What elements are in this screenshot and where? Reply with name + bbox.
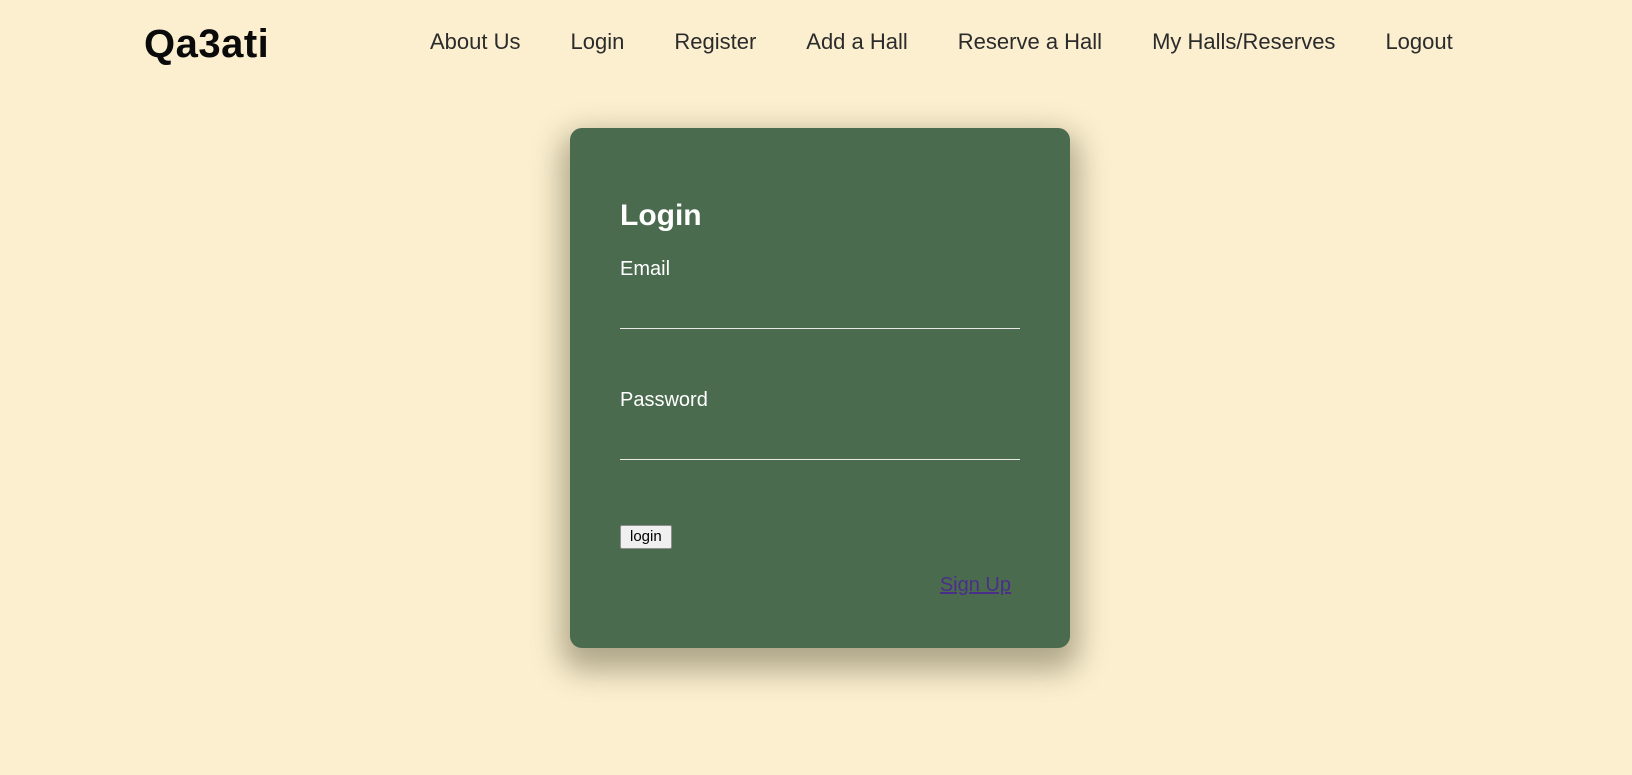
password-label: Password xyxy=(620,389,708,411)
email-input[interactable] xyxy=(620,296,1020,329)
nav-my-halls-reserves[interactable]: My Halls/Reserves xyxy=(1152,31,1335,53)
login-title: Login xyxy=(620,199,702,232)
sign-up-link[interactable]: Sign Up xyxy=(940,575,1011,595)
nav-add-a-hall[interactable]: Add a Hall xyxy=(806,31,908,53)
nav-about-us[interactable]: About Us xyxy=(430,31,521,53)
main-nav: About Us Login Register Add a Hall Reser… xyxy=(430,31,1453,53)
nav-register[interactable]: Register xyxy=(674,31,756,53)
login-card: Login Email Password login Sign Up xyxy=(570,128,1070,648)
top-navigation-bar: Qa3ati About Us Login Register Add a Hal… xyxy=(0,0,1632,90)
password-input[interactable] xyxy=(620,427,1020,460)
site-logo-text[interactable]: Qa3ati xyxy=(144,24,269,64)
email-label: Email xyxy=(620,258,671,280)
login-button[interactable]: login xyxy=(620,525,672,549)
nav-logout[interactable]: Logout xyxy=(1385,31,1452,53)
nav-login[interactable]: Login xyxy=(571,31,625,53)
nav-reserve-a-hall[interactable]: Reserve a Hall xyxy=(958,31,1102,53)
